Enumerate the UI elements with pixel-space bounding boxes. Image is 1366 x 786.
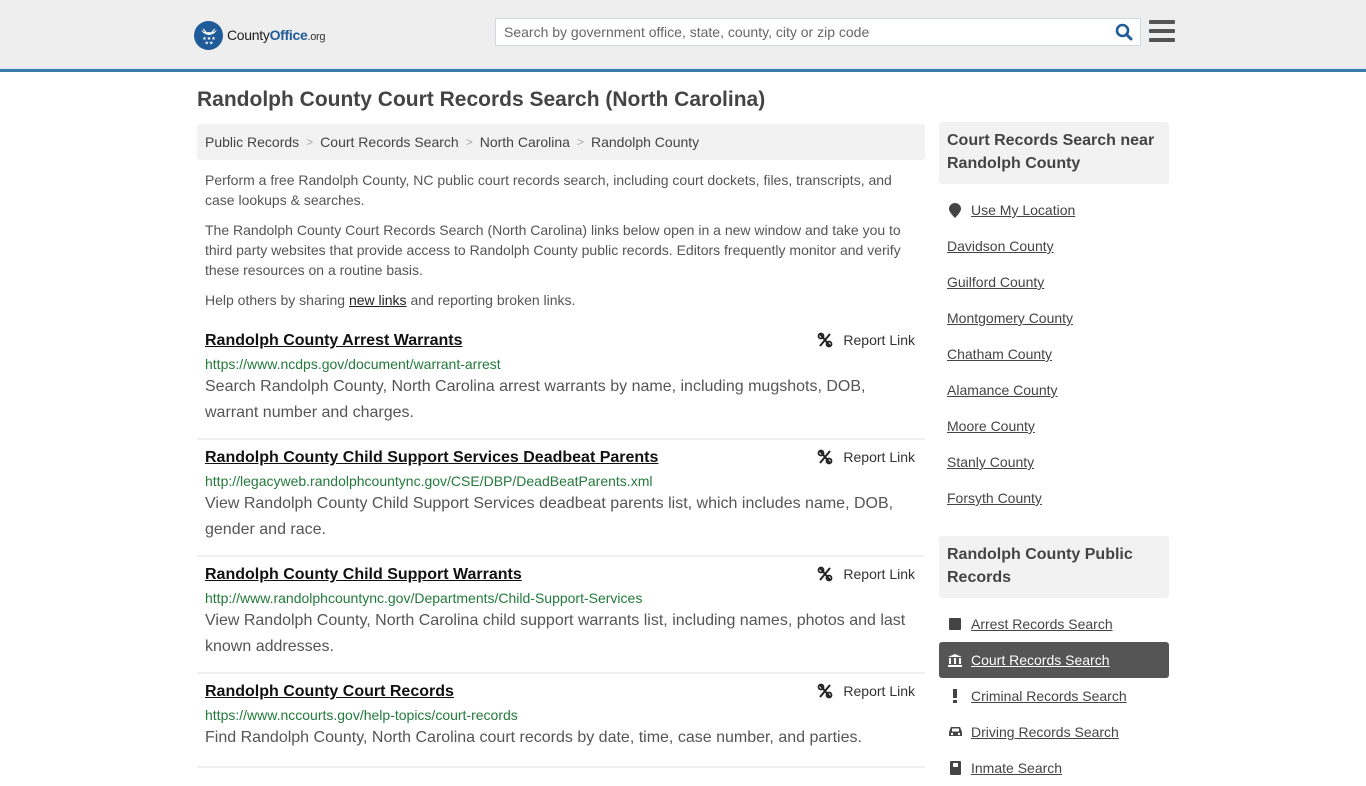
search-input[interactable] bbox=[496, 19, 1108, 45]
intro-paragraph-3: Help others by sharing new links and rep… bbox=[205, 292, 576, 308]
result-item: Randolph County Arrest Warrants Report L… bbox=[197, 323, 925, 440]
result-title-link[interactable]: Randolph County Child Support Services D… bbox=[205, 448, 658, 468]
report-link-button[interactable]: Report Link bbox=[817, 449, 915, 465]
public-records-item-court: Court Records Search bbox=[939, 642, 1169, 678]
result-description: View Randolph County, North Carolina chi… bbox=[205, 612, 906, 655]
breadcrumb: Public Records > Court Records Search > … bbox=[197, 124, 925, 160]
breadcrumb-court-records-search[interactable]: Court Records Search bbox=[320, 134, 459, 150]
nearby-county-item: Chatham County bbox=[939, 336, 1169, 372]
use-my-location-link[interactable]: Use My Location bbox=[971, 202, 1075, 218]
nearby-list: Use My Location Davidson County Guilford… bbox=[939, 192, 1169, 516]
result-url: http://legacyweb.randolphcountync.gov/CS… bbox=[205, 473, 653, 489]
hamburger-menu-icon[interactable] bbox=[1149, 19, 1175, 43]
page-title: Randolph County Court Records Search (No… bbox=[197, 88, 766, 111]
nearby-county-link[interactable]: Montgomery County bbox=[947, 310, 1073, 326]
intro-text: Perform a free Randolph County, NC publi… bbox=[205, 170, 920, 320]
arrest-records-link[interactable]: Arrest Records Search bbox=[971, 616, 1113, 632]
car-icon bbox=[947, 726, 963, 738]
exclamation-icon bbox=[947, 689, 963, 703]
results-list: Randolph County Arrest Warrants Report L… bbox=[197, 323, 925, 768]
result-item: Randolph County Child Support Warrants R… bbox=[197, 557, 925, 674]
result-title-link[interactable]: Randolph County Child Support Warrants bbox=[205, 565, 522, 585]
report-link-button[interactable]: Report Link bbox=[817, 683, 915, 699]
use-my-location-item: Use My Location bbox=[939, 192, 1169, 228]
result-item: Randolph County Court Records Report Lin… bbox=[197, 674, 925, 768]
square-icon bbox=[947, 618, 963, 630]
criminal-records-link[interactable]: Criminal Records Search bbox=[971, 688, 1127, 704]
public-records-heading: Randolph County Public Records bbox=[939, 536, 1169, 598]
nearby-heading: Court Records Search near Randolph Count… bbox=[939, 122, 1169, 184]
new-links-link[interactable]: new links bbox=[349, 292, 407, 308]
result-description: Find Randolph County, North Carolina cou… bbox=[205, 729, 862, 746]
site-logo[interactable]: ★★★ ★★ CountyOffice.org bbox=[194, 20, 326, 50]
nearby-county-item: Moore County bbox=[939, 408, 1169, 444]
broken-link-icon bbox=[818, 332, 833, 348]
broken-link-icon bbox=[818, 449, 833, 465]
nearby-county-link[interactable]: Guilford County bbox=[947, 274, 1044, 290]
breadcrumb-separator-icon: > bbox=[465, 135, 473, 149]
result-url: https://www.ncdps.gov/document/warrant-a… bbox=[205, 356, 501, 372]
public-records-item-arrest: Arrest Records Search bbox=[939, 606, 1169, 642]
search-icon bbox=[1115, 23, 1133, 41]
result-url: https://www.nccourts.gov/help-topics/cou… bbox=[205, 707, 518, 723]
map-marker-icon bbox=[947, 202, 963, 218]
nearby-county-item: Montgomery County bbox=[939, 300, 1169, 336]
result-title-link[interactable]: Randolph County Court Records bbox=[205, 682, 454, 702]
nearby-county-link[interactable]: Forsyth County bbox=[947, 490, 1042, 506]
search-button[interactable] bbox=[1108, 19, 1140, 45]
logo-wordmark: CountyOffice.org bbox=[227, 27, 326, 43]
inmate-icon bbox=[947, 761, 963, 775]
report-link-button[interactable]: Report Link bbox=[817, 332, 915, 348]
breadcrumb-public-records[interactable]: Public Records bbox=[205, 134, 299, 150]
svg-text:★★: ★★ bbox=[204, 41, 213, 47]
broken-link-icon bbox=[818, 566, 833, 582]
nearby-county-link[interactable]: Chatham County bbox=[947, 346, 1052, 362]
courthouse-icon bbox=[947, 653, 963, 667]
nearby-county-item: Stanly County bbox=[939, 444, 1169, 480]
breadcrumb-separator-icon: > bbox=[306, 135, 314, 149]
nearby-county-link[interactable]: Davidson County bbox=[947, 238, 1054, 254]
driving-records-link[interactable]: Driving Records Search bbox=[971, 724, 1119, 740]
nearby-county-item: Alamance County bbox=[939, 372, 1169, 408]
breadcrumb-randolph-county[interactable]: Randolph County bbox=[591, 134, 699, 150]
nearby-county-item: Forsyth County bbox=[939, 480, 1169, 516]
intro-paragraph-2: The Randolph County Court Records Search… bbox=[205, 222, 901, 278]
result-title-link[interactable]: Randolph County Arrest Warrants bbox=[205, 331, 463, 351]
nearby-county-item: Davidson County bbox=[939, 228, 1169, 264]
result-item: Randolph County Child Support Services D… bbox=[197, 440, 925, 557]
result-description: Search Randolph County, North Carolina a… bbox=[205, 378, 866, 421]
result-url: http://www.randolphcountync.gov/Departme… bbox=[205, 590, 643, 606]
public-records-item-criminal: Criminal Records Search bbox=[939, 678, 1169, 714]
nearby-county-item: Guilford County bbox=[939, 264, 1169, 300]
site-search bbox=[495, 18, 1141, 46]
public-records-panel: Randolph County Public Records Arrest Re… bbox=[939, 536, 1169, 786]
public-records-list: Arrest Records Search Court Records Sear… bbox=[939, 606, 1169, 786]
court-records-link[interactable]: Court Records Search bbox=[971, 652, 1110, 668]
nearby-county-link[interactable]: Moore County bbox=[947, 418, 1035, 434]
nearby-counties-panel: Court Records Search near Randolph Count… bbox=[939, 122, 1169, 516]
breadcrumb-separator-icon: > bbox=[576, 135, 584, 149]
result-description: View Randolph County Child Support Servi… bbox=[205, 495, 894, 538]
public-records-item-driving: Driving Records Search bbox=[939, 714, 1169, 750]
site-header: ★★★ ★★ CountyOffice.org bbox=[0, 0, 1366, 72]
breadcrumb-north-carolina[interactable]: North Carolina bbox=[480, 134, 570, 150]
eagle-logo-icon: ★★★ ★★ bbox=[194, 20, 223, 50]
intro-paragraph-1: Perform a free Randolph County, NC publi… bbox=[205, 172, 892, 208]
broken-link-icon bbox=[818, 683, 833, 699]
inmate-search-link[interactable]: Inmate Search bbox=[971, 760, 1062, 776]
nearby-county-link[interactable]: Stanly County bbox=[947, 454, 1034, 470]
public-records-item-inmate: Inmate Search bbox=[939, 750, 1169, 786]
report-link-button[interactable]: Report Link bbox=[817, 566, 915, 582]
nearby-county-link[interactable]: Alamance County bbox=[947, 382, 1058, 398]
